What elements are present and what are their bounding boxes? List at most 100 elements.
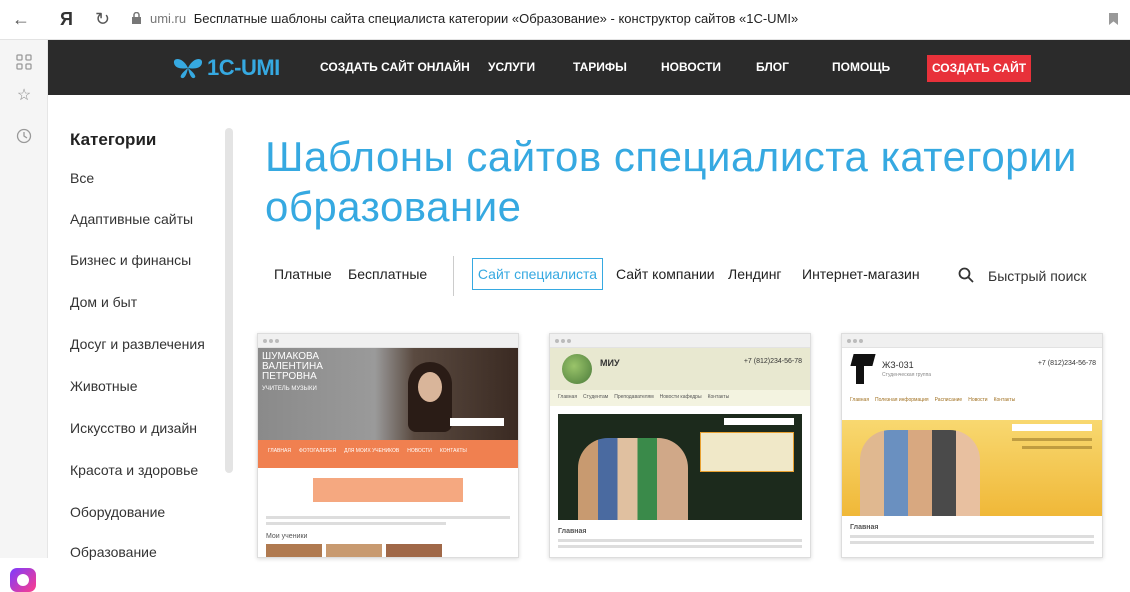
graduation-cap-tassel xyxy=(856,364,864,384)
nav-create-site-online[interactable]: СОЗДАТЬ САЙТ ОНЛАЙН xyxy=(320,60,470,74)
categories-scrollbar[interactable] xyxy=(225,128,233,473)
thumb-window-bar xyxy=(842,334,1102,348)
thumb-menu-item: КОНТАКТЫ xyxy=(439,448,467,454)
template-card-miu[interactable]: МИУ +7 (812)234-56-78 Главная Студентам … xyxy=(549,333,811,558)
nav-help[interactable]: ПОМОЩЬ xyxy=(832,60,890,74)
thumb-text-line xyxy=(1012,438,1092,441)
thumb-menu-item: Главная xyxy=(558,394,578,400)
logo[interactable]: 1C-UMI xyxy=(173,54,280,82)
reload-icon[interactable]: ↻ xyxy=(95,8,110,30)
thumb-menu-item: Студентам xyxy=(583,394,609,400)
thumb-gallery-photo xyxy=(326,544,382,557)
address-domain: umi.ru xyxy=(150,11,187,26)
category-animals[interactable]: Животные xyxy=(70,378,138,394)
address-bar[interactable]: umi.ru Бесплатные шаблоны сайта специали… xyxy=(150,11,798,26)
thumb-face xyxy=(418,372,442,402)
history-clock-icon[interactable] xyxy=(15,128,33,146)
thumb-menu-item: Преподавателям xyxy=(614,394,654,400)
thumb-text-line xyxy=(850,541,1094,544)
thumb-section-title: Главная xyxy=(850,524,879,531)
site-header: 1C-UMI СОЗДАТЬ САЙТ ОНЛАЙН УСЛУГИ ТАРИФЫ… xyxy=(48,40,1130,95)
page-heading: Шаблоны сайтов специалиста категории обр… xyxy=(265,133,1077,230)
page-title: Бесплатные шаблоны сайта специалиста кат… xyxy=(193,11,799,26)
alice-assistant-icon[interactable] xyxy=(10,568,36,592)
thumb-header: ЖЗ-031 Студенческая группа +7 (812)234-5… xyxy=(842,348,1102,392)
thumb-text-line xyxy=(1022,446,1092,449)
create-site-button[interactable]: СОЗДАТЬ САЙТ xyxy=(927,55,1031,82)
thumb-window-bar xyxy=(258,334,518,348)
filter-paid[interactable]: Платные xyxy=(274,266,332,282)
thumb-menu-item: ФОТОГАЛЕРЕЯ xyxy=(298,448,337,454)
quick-search-link[interactable]: Быстрый поиск xyxy=(988,268,1087,284)
thumb-hero: ШУМАКОВА ВАЛЕНТИНА ПЕТРОВНА УЧИТЕЛЬ МУЗЫ… xyxy=(258,348,518,440)
thumb-menu-item: Контакты xyxy=(707,394,730,400)
filter-divider xyxy=(453,256,454,296)
nav-tariffs[interactable]: ТАРИФЫ xyxy=(573,60,627,74)
thumb-teacher-subtitle: УЧИТЕЛЬ МУЗЫКИ xyxy=(262,386,317,392)
thumb-header: МИУ +7 (812)234-56-78 xyxy=(550,348,810,390)
category-home[interactable]: Дом и быт xyxy=(70,294,137,310)
thumb-students-photo xyxy=(578,438,688,520)
thumb-hero xyxy=(558,414,802,520)
thumb-menu-item: Новости кафедры xyxy=(659,394,702,400)
thumb-text-line xyxy=(558,539,802,542)
browser-toolbar: ← Я ↻ umi.ru Бесплатные шаблоны сайта сп… xyxy=(0,0,1130,40)
category-beauty[interactable]: Красота и здоровье xyxy=(70,462,198,478)
filter-free[interactable]: Бесплатные xyxy=(348,266,427,282)
thumb-window-bar xyxy=(550,334,810,348)
thumb-menu-item: Расписание xyxy=(934,397,963,403)
tab-online-store[interactable]: Интернет-магазин xyxy=(802,266,920,282)
thumb-gallery-photo xyxy=(266,544,322,557)
thumb-section-title: Главная xyxy=(558,528,587,535)
thumb-site-name: МИУ xyxy=(600,358,620,368)
nav-news[interactable]: НОВОСТИ xyxy=(661,60,721,74)
category-all[interactable]: Все xyxy=(70,170,94,186)
category-leisure[interactable]: Досуг и развлечения xyxy=(70,336,205,352)
bookmark-icon[interactable] xyxy=(1109,13,1118,25)
browser-sidebar: ☆ xyxy=(0,40,48,592)
thumb-menu: Главная Студентам Преподавателям Новости… xyxy=(550,390,810,406)
thumb-hero xyxy=(842,420,1102,516)
thumb-menu: ГЛАВНАЯ ФОТОГАЛЕРЕЯ ДЛЯ МОИХ УЧЕНИКОВ НО… xyxy=(258,440,518,468)
thumb-menu: Главная Полезная информация Расписание Н… xyxy=(842,392,1102,410)
thumb-callout xyxy=(313,478,463,502)
thumb-menu-item: Главная xyxy=(850,397,870,403)
back-arrow-icon[interactable]: ← xyxy=(12,8,30,30)
tab-specialist-site[interactable]: Сайт специалиста xyxy=(472,258,603,290)
yandex-logo-icon[interactable]: Я xyxy=(60,8,73,30)
nav-services[interactable]: УСЛУГИ xyxy=(488,60,535,74)
template-card-music-teacher[interactable]: ШУМАКОВА ВАЛЕНТИНА ПЕТРОВНА УЧИТЕЛЬ МУЗЫ… xyxy=(257,333,519,558)
category-adaptive[interactable]: Адаптивные сайты xyxy=(70,211,193,227)
thumb-text-line xyxy=(266,522,446,525)
template-card-zhz031[interactable]: ЖЗ-031 Студенческая группа +7 (812)234-5… xyxy=(841,333,1103,558)
tab-company-site[interactable]: Сайт компании xyxy=(616,266,715,282)
thumb-text-line xyxy=(850,535,1094,538)
nav-blog[interactable]: БЛОГ xyxy=(756,60,789,74)
lock-icon xyxy=(132,12,141,24)
thumb-site-name: ЖЗ-031 xyxy=(882,360,914,370)
thumb-menu-item: Контакты xyxy=(993,397,1016,403)
thumb-menu-item: Полезная информация xyxy=(875,397,929,403)
butterfly-logo-icon xyxy=(173,58,203,79)
thumb-search-box xyxy=(450,418,504,426)
thumb-gallery xyxy=(266,544,510,557)
thumb-students-photo xyxy=(860,430,980,516)
thumb-phone: +7 (812)234-56-78 xyxy=(1037,360,1096,367)
thumb-text-line xyxy=(266,516,510,519)
thumb-section-title: Мои ученики xyxy=(266,533,308,540)
search-icon[interactable] xyxy=(958,267,974,283)
thumb-menu-item: ГЛАВНАЯ xyxy=(268,448,291,454)
category-business[interactable]: Бизнес и финансы xyxy=(70,252,191,268)
globe-icon xyxy=(562,354,592,384)
thumb-gallery-photo xyxy=(386,544,442,557)
tab-landing[interactable]: Лендинг xyxy=(728,266,782,282)
category-art[interactable]: Искусство и дизайн xyxy=(70,420,197,436)
category-equipment[interactable]: Оборудование xyxy=(70,504,165,520)
star-icon[interactable]: ☆ xyxy=(15,87,33,105)
thumb-phone: +7 (812)234-56-78 xyxy=(743,358,802,365)
tabs-grid-icon[interactable] xyxy=(15,54,33,72)
thumb-search-box xyxy=(1012,424,1092,431)
thumb-menu-item: Новости xyxy=(968,397,988,403)
thumb-site-subtitle: Студенческая группа xyxy=(882,372,932,378)
thumb-text-line xyxy=(558,545,802,548)
